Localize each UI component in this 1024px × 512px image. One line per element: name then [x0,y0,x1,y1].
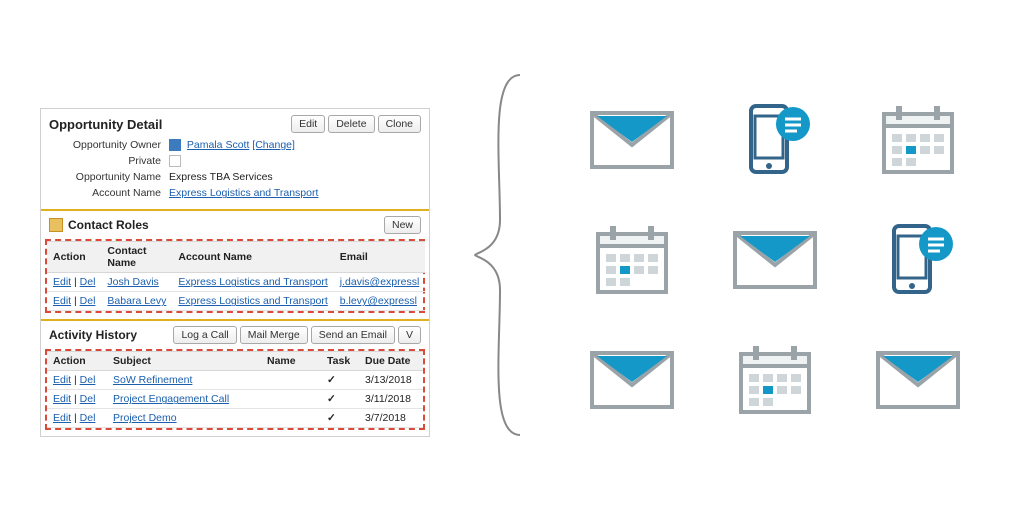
del-link[interactable]: Del [80,412,96,424]
col-contact-name: Contact Name [101,242,172,273]
delete-button[interactable]: Delete [328,115,374,133]
edit-link[interactable]: Edit [53,276,71,288]
mail-icon [587,100,677,180]
phone-chat-icon [873,220,963,300]
due-date: 3/11/2018 [359,390,423,409]
del-link[interactable]: Del [80,295,96,307]
due-date: 3/7/2018 [359,409,423,428]
activity-history-highlight: Action Subject Name Task Due Date Edit |… [45,349,425,430]
subject-link[interactable]: Project Engagement Call [113,393,229,405]
new-contact-role-button[interactable]: New [384,216,421,234]
edit-link[interactable]: Edit [53,412,71,424]
subject-link[interactable]: SoW Refinement [113,374,192,386]
private-checkbox[interactable] [169,155,181,167]
person-icon [169,139,181,151]
contact-link[interactable]: Babara Levy [107,295,166,307]
edit-link[interactable]: Edit [53,295,71,307]
contact-link[interactable]: Josh Davis [107,276,158,288]
table-row: Edit | Del SoW Refinement ✓ 3/13/2018 [47,371,423,390]
name-cell [261,409,321,428]
channel-icon-grid [560,80,990,440]
account-label: Account Name [49,187,169,199]
name-cell [261,390,321,409]
col-account-name: Account Name [172,242,333,273]
contact-roles-title: Contact Roles [68,218,149,232]
table-row: Edit | Del Project Engagement Call ✓ 3/1… [47,390,423,409]
task-check: ✓ [321,409,359,428]
name-cell [261,371,321,390]
oppname-value: Express TBA Services [169,171,273,183]
owner-label: Opportunity Owner [49,139,169,151]
contact-roles-table: Action Contact Name Account Name Email E… [47,241,425,311]
contact-roles-highlight: Action Contact Name Account Name Email E… [45,239,425,313]
table-row: Edit | Del Project Demo ✓ 3/7/2018 [47,409,423,428]
col-due: Due Date [359,352,423,371]
mail-icon [587,340,677,420]
account-cell-link[interactable]: Express Logistics and Transport [178,295,327,307]
edit-link[interactable]: Edit [53,393,71,405]
activity-history-title: Activity History [49,328,137,342]
oppname-label: Opportunity Name [49,171,169,183]
due-date: 3/13/2018 [359,371,423,390]
email-link[interactable]: j.davis@expressl [340,276,420,288]
del-link[interactable]: Del [80,374,96,386]
col-task: Task [321,352,359,371]
subject-link[interactable]: Project Demo [113,412,177,424]
brace-icon [470,70,540,440]
activity-history-table: Action Subject Name Task Due Date Edit |… [47,351,423,428]
change-owner-link[interactable]: [Change] [252,139,295,151]
more-button[interactable]: V [398,326,421,344]
contact-roles-icon [49,218,63,232]
edit-link[interactable]: Edit [53,374,71,386]
del-link[interactable]: Del [80,393,96,405]
task-check: ✓ [321,371,359,390]
account-cell-link[interactable]: Express Logistics and Transport [178,276,327,288]
owner-link[interactable]: Pamala Scott [187,139,249,151]
phone-chat-icon [730,100,820,180]
send-email-button[interactable]: Send an Email [311,326,395,344]
opportunity-detail-panel: Opportunity Detail Edit Delete Clone Opp… [40,108,430,437]
col-action: Action [47,352,107,371]
mail-merge-button[interactable]: Mail Merge [240,326,308,344]
calendar-icon [587,220,677,300]
col-email: Email [334,242,426,273]
opportunity-detail-title: Opportunity Detail [49,117,162,132]
account-link[interactable]: Express Logistics and Transport [169,187,318,199]
mail-icon [873,340,963,420]
col-subject: Subject [107,352,261,371]
table-row: Edit | Del Babara Levy Express Logistics… [47,292,425,311]
calendar-icon [730,340,820,420]
task-check: ✓ [321,390,359,409]
edit-button[interactable]: Edit [291,115,325,133]
opportunity-detail-buttons: Edit Delete Clone [288,115,421,133]
del-link[interactable]: Del [80,276,96,288]
col-name: Name [261,352,321,371]
log-call-button[interactable]: Log a Call [173,326,236,344]
clone-button[interactable]: Clone [378,115,421,133]
email-link[interactable]: b.levy@expressl [340,295,417,307]
table-row: Edit | Del Josh Davis Express Logistics … [47,273,425,292]
col-action: Action [47,242,101,273]
calendar-icon [873,100,963,180]
mail-icon [730,220,820,300]
private-label: Private [49,155,169,167]
